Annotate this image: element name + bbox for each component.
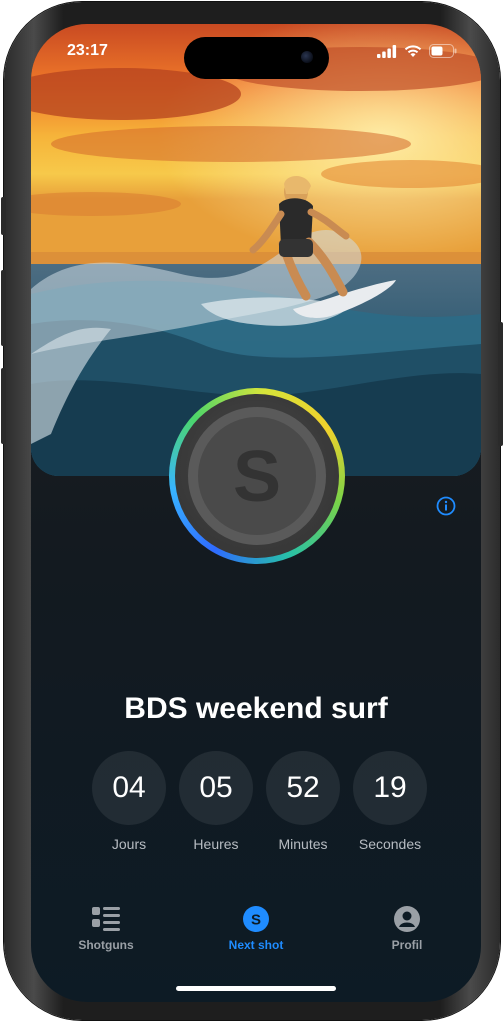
tab-profil-label: Profil <box>391 938 423 952</box>
battery-icon <box>429 44 457 58</box>
tab-shotguns[interactable]: Shotguns <box>56 906 156 952</box>
volume-up-button <box>1 270 6 346</box>
countdown-seconds: 19 Secondes <box>353 751 427 852</box>
countdown-hours-label: Heures <box>193 836 239 852</box>
list-icon <box>92 907 120 931</box>
tab-bar: Shotguns S Next shot Profil <box>31 906 481 966</box>
s-logo-icon: S <box>243 906 269 932</box>
countdown: 04 Jours 05 Heures 52 Minutes 19 Seconde… <box>92 751 427 852</box>
status-icons <box>377 44 457 58</box>
wifi-icon <box>404 44 422 57</box>
tab-next-shot-label: Next shot <box>228 938 284 952</box>
countdown-minutes-value: 52 <box>266 751 340 825</box>
action-button <box>1 197 6 235</box>
event-title: BDS weekend surf <box>124 692 388 725</box>
svg-text:S: S <box>233 437 281 517</box>
home-indicator[interactable] <box>176 986 336 991</box>
countdown-seconds-value: 19 <box>353 751 427 825</box>
countdown-hours: 05 Heures <box>179 751 253 852</box>
dynamic-island <box>184 37 329 79</box>
cellular-signal-icon <box>377 44 397 58</box>
app-screen: 23:17 S BDS weekend surf 04 Jours 05 Heu… <box>31 24 481 1002</box>
countdown-minutes-label: Minutes <box>278 836 328 852</box>
countdown-days-value: 04 <box>92 751 166 825</box>
profile-icon <box>394 906 420 932</box>
phone-frame: 23:17 S BDS weekend surf 04 Jours 05 Heu… <box>1 2 503 1020</box>
info-icon <box>436 496 456 516</box>
volume-down-button <box>1 368 6 444</box>
status-time: 23:17 <box>67 42 108 59</box>
svg-text:S: S <box>251 912 261 929</box>
s-logo-icon: S <box>188 407 326 545</box>
power-button <box>498 322 503 446</box>
tab-profil[interactable]: Profil <box>357 906 457 952</box>
event-logo: S <box>169 388 345 564</box>
front-camera-icon <box>301 51 313 63</box>
countdown-seconds-label: Secondes <box>358 836 422 852</box>
countdown-days: 04 Jours <box>92 751 166 852</box>
tab-next-shot[interactable]: S Next shot <box>206 906 306 952</box>
tab-shotguns-label: Shotguns <box>78 938 134 952</box>
countdown-days-label: Jours <box>111 836 147 852</box>
countdown-hours-value: 05 <box>179 751 253 825</box>
info-button[interactable] <box>436 496 456 516</box>
event-logo-inner: S <box>175 394 339 558</box>
countdown-minutes: 52 Minutes <box>266 751 340 852</box>
